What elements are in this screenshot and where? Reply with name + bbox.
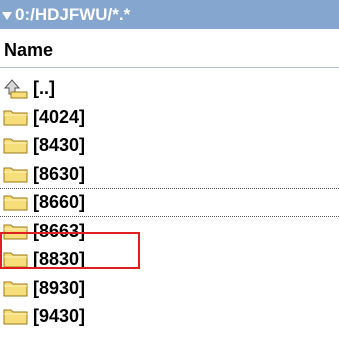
folder-icon bbox=[3, 110, 28, 126]
list-item-folder[interactable]: [8830] bbox=[0, 245, 339, 274]
folder-icon bbox=[3, 252, 28, 268]
list-item-label: [9430] bbox=[33, 306, 86, 327]
dropdown-arrow-icon[interactable] bbox=[2, 11, 12, 20]
list-item-label: [4024] bbox=[33, 106, 86, 127]
folder-icon bbox=[3, 281, 28, 297]
list-item-label: [8830] bbox=[33, 249, 86, 270]
header-divider bbox=[0, 67, 339, 68]
list-item-folder[interactable]: [8430] bbox=[0, 131, 339, 160]
list-item-label: [..] bbox=[33, 78, 55, 99]
list-item-parent[interactable]: [..] bbox=[0, 74, 339, 103]
list-item-label: [8630] bbox=[33, 163, 86, 184]
parent-directory-icon bbox=[3, 79, 28, 99]
list-item-folder[interactable]: [8630] bbox=[0, 160, 339, 189]
folder-icon bbox=[3, 167, 28, 183]
folder-icon bbox=[3, 138, 28, 154]
folder-icon bbox=[3, 224, 28, 240]
list-item-label: [8930] bbox=[33, 277, 86, 298]
list-item-folder[interactable]: [9430] bbox=[0, 302, 339, 331]
file-list: [..] [4024] [8430] [8630] [8660] [8663] … bbox=[0, 74, 339, 331]
path-bar: 0:/HDJFWU/*.* bbox=[0, 0, 339, 29]
folder-icon bbox=[3, 195, 28, 211]
current-path: 0:/HDJFWU/*.* bbox=[15, 4, 131, 24]
list-item-folder[interactable]: [8930] bbox=[0, 274, 339, 303]
list-item-label: [8663] bbox=[33, 220, 86, 241]
list-item-label: [8660] bbox=[33, 192, 86, 213]
list-item-folder[interactable]: [4024] bbox=[0, 103, 339, 132]
list-item-folder-focused[interactable]: [8660] bbox=[0, 188, 339, 217]
column-header-name[interactable]: Name bbox=[4, 37, 53, 63]
folder-icon bbox=[3, 309, 28, 325]
list-item-folder-highlighted[interactable]: [8663] bbox=[0, 217, 339, 246]
list-item-label: [8430] bbox=[33, 135, 86, 156]
